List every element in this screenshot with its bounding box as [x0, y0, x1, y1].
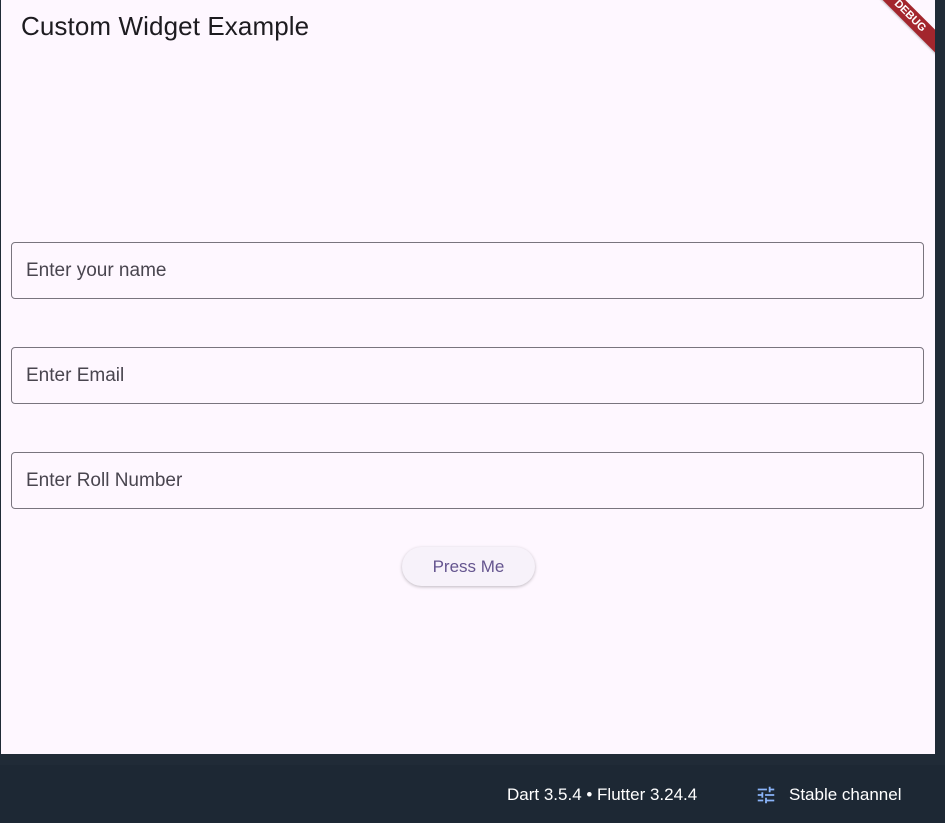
app-title: Custom Widget Example: [21, 11, 310, 41]
email-field[interactable]: [11, 347, 924, 404]
debug-banner: DEBUG: [862, 0, 935, 64]
tune-icon[interactable]: [755, 784, 777, 806]
footer-bar: Dart 3.5.4 • Flutter 3.24.4 Stable chann…: [0, 765, 945, 823]
preview-frame: Custom Widget Example DEBUG Press Me Dar…: [0, 0, 945, 823]
version-text: Dart 3.5.4 • Flutter 3.24.4: [507, 785, 698, 804]
roll-number-input[interactable]: [12, 453, 923, 508]
name-field[interactable]: [11, 242, 924, 299]
press-me-button[interactable]: Press Me: [402, 547, 535, 586]
roll-number-field[interactable]: [11, 452, 924, 509]
channel-label[interactable]: Stable channel: [789, 785, 901, 805]
email-input[interactable]: [12, 348, 923, 403]
name-input[interactable]: [12, 243, 923, 298]
app-window: Custom Widget Example DEBUG Press Me: [1, 0, 935, 754]
